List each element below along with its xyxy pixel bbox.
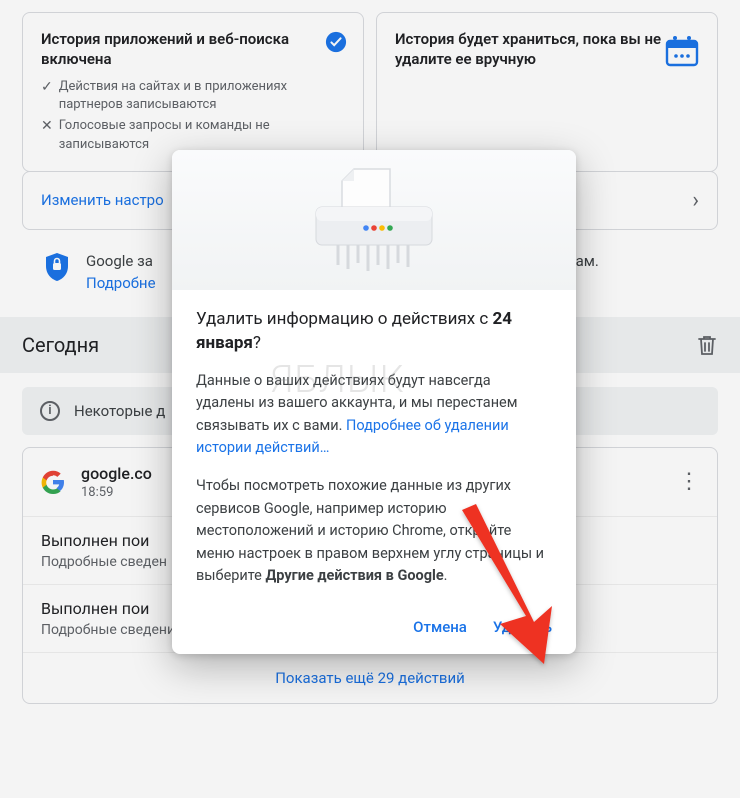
dialog-title: Удалить информацию о действиях с 24 янва… bbox=[196, 308, 552, 356]
dialog-hero bbox=[172, 150, 576, 290]
dialog-paragraph: Чтобы посмотреть похожие данные из други… bbox=[196, 475, 552, 587]
shredder-icon bbox=[294, 165, 454, 275]
delete-confirm-dialog: Удалить информацию о действиях с 24 янва… bbox=[172, 150, 576, 654]
cancel-button[interactable]: Отмена bbox=[413, 618, 467, 636]
dialog-paragraph: Данные о ваших действиях будут навсегда … bbox=[196, 370, 552, 460]
delete-button[interactable]: Удалить bbox=[493, 618, 552, 636]
